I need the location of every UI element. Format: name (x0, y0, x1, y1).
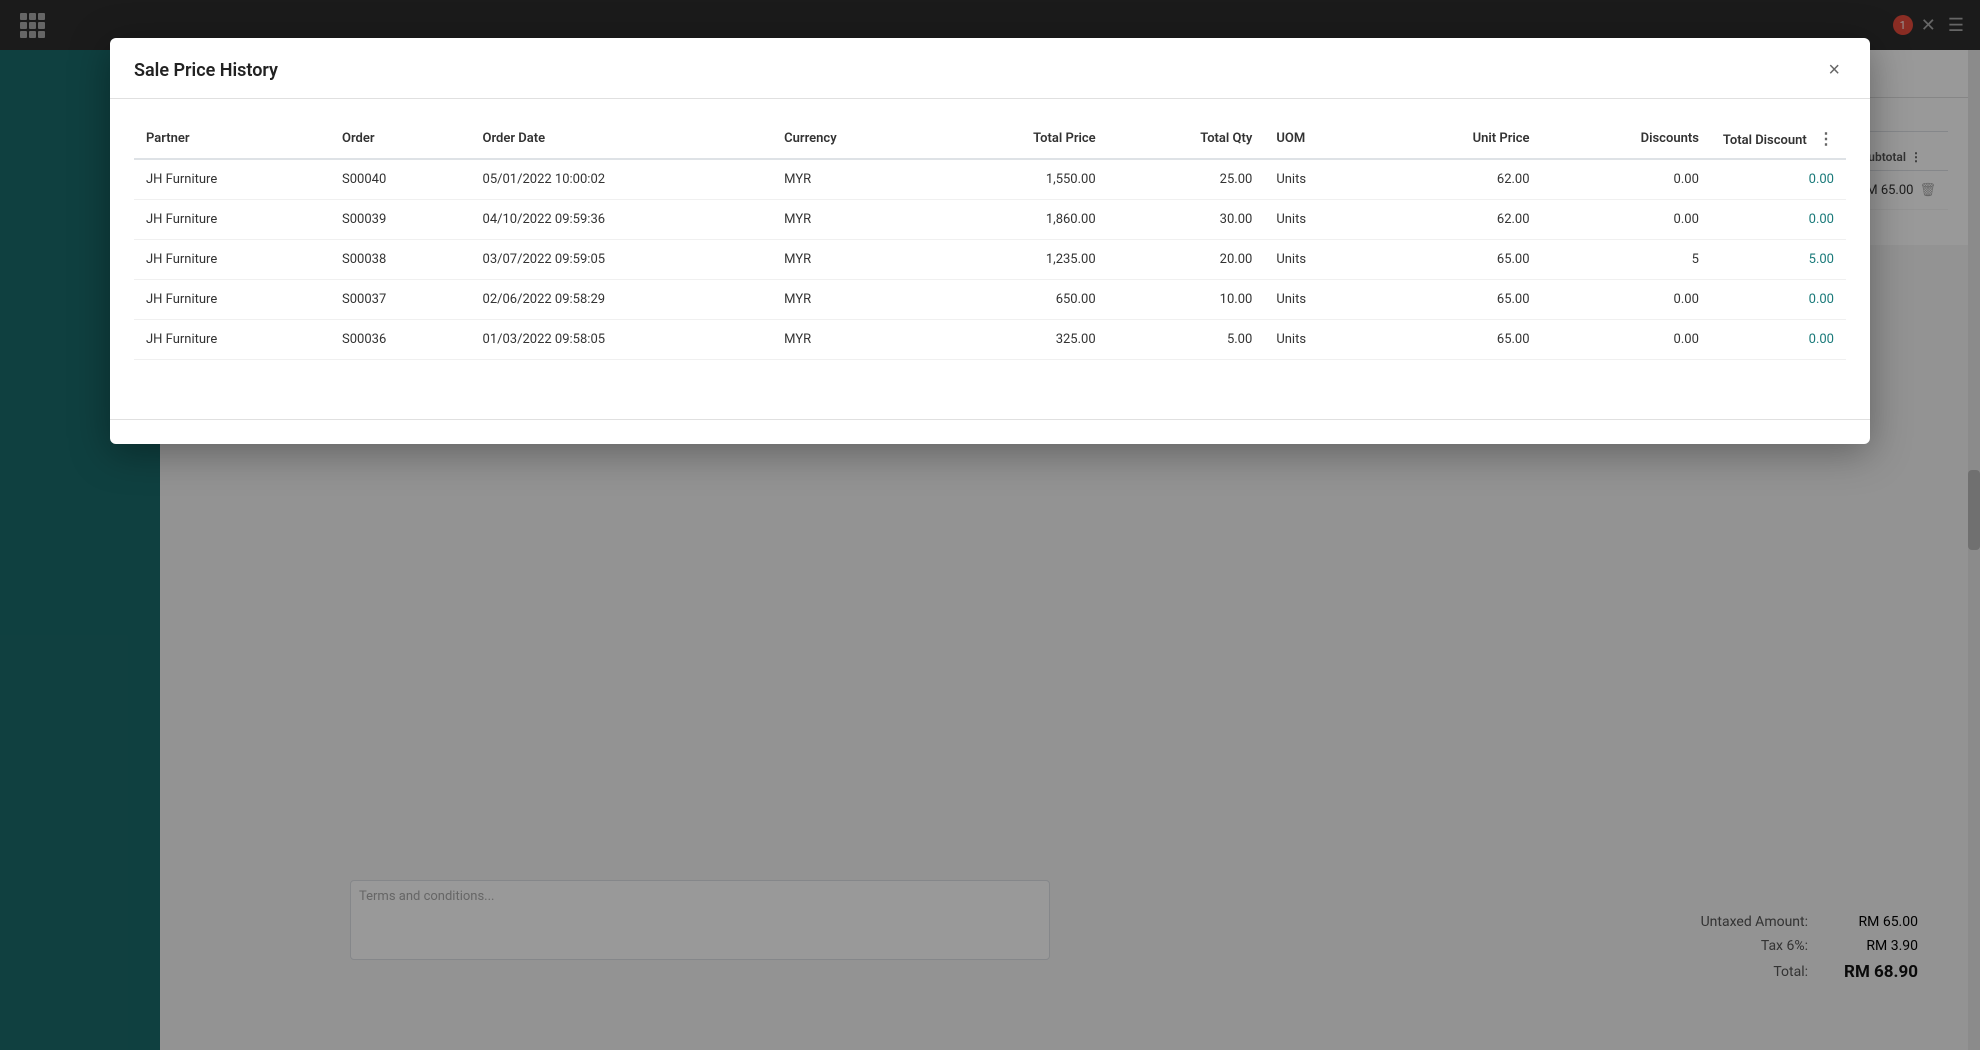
cell-1: S00039 (330, 200, 470, 240)
cell-7: 62.00 (1375, 159, 1542, 200)
cell-6: Units (1264, 159, 1375, 200)
cell-1: S00036 (330, 320, 470, 360)
cell-3: MYR (772, 159, 929, 200)
cell-3: MYR (772, 200, 929, 240)
modal-header: Sale Price History × (110, 38, 1870, 99)
th-uom: UOM (1264, 119, 1375, 159)
cell-8: 0.00 (1542, 159, 1711, 200)
th-total-discount: Total Discount ⋮ (1711, 119, 1846, 159)
cell-9: 0.00 (1711, 280, 1846, 320)
price-history-row: JH FurnitureS0003702/06/2022 09:58:29MYR… (134, 280, 1846, 320)
cell-5: 25.00 (1108, 159, 1265, 200)
cell-4: 1,235.00 (930, 240, 1108, 280)
modal-footer (110, 419, 1870, 444)
modal-title: Sale Price History (134, 60, 278, 81)
cell-0: JH Furniture (134, 280, 330, 320)
cell-9: 0.00 (1711, 320, 1846, 360)
price-history-row: JH FurnitureS0004005/01/2022 10:00:02MYR… (134, 159, 1846, 200)
cell-4: 325.00 (930, 320, 1108, 360)
cell-8: 0.00 (1542, 320, 1711, 360)
cell-6: Units (1264, 200, 1375, 240)
cell-7: 65.00 (1375, 320, 1542, 360)
cell-9: 0.00 (1711, 159, 1846, 200)
cell-5: 5.00 (1108, 320, 1265, 360)
cell-0: JH Furniture (134, 240, 330, 280)
cell-7: 65.00 (1375, 240, 1542, 280)
cell-2: 03/07/2022 09:59:05 (471, 240, 773, 280)
cell-3: MYR (772, 240, 929, 280)
cell-7: 65.00 (1375, 280, 1542, 320)
cell-6: Units (1264, 240, 1375, 280)
cell-4: 1,550.00 (930, 159, 1108, 200)
cell-1: S00040 (330, 159, 470, 200)
cell-8: 5 (1542, 240, 1711, 280)
cell-1: S00038 (330, 240, 470, 280)
th-unit-price: Unit Price (1375, 119, 1542, 159)
cell-5: 20.00 (1108, 240, 1265, 280)
th-partner: Partner (134, 119, 330, 159)
cell-0: JH Furniture (134, 320, 330, 360)
th-order: Order (330, 119, 470, 159)
cell-8: 0.00 (1542, 200, 1711, 240)
modal-body: Partner Order Order Date Currency Total … (110, 99, 1870, 419)
price-history-row: JH FurnitureS0003803/07/2022 09:59:05MYR… (134, 240, 1846, 280)
cell-4: 650.00 (930, 280, 1108, 320)
cell-0: JH Furniture (134, 159, 330, 200)
sale-price-history-modal: Sale Price History × Partner Order Order… (110, 38, 1870, 444)
cell-2: 05/01/2022 10:00:02 (471, 159, 773, 200)
cell-4: 1,860.00 (930, 200, 1108, 240)
th-total-price: Total Price (930, 119, 1108, 159)
cell-0: JH Furniture (134, 200, 330, 240)
th-discounts: Discounts (1542, 119, 1711, 159)
table-body: JH FurnitureS0004005/01/2022 10:00:02MYR… (134, 159, 1846, 360)
cell-5: 10.00 (1108, 280, 1265, 320)
cell-6: Units (1264, 280, 1375, 320)
cell-3: MYR (772, 320, 929, 360)
table-head: Partner Order Order Date Currency Total … (134, 119, 1846, 159)
cell-1: S00037 (330, 280, 470, 320)
modal-close-button[interactable]: × (1822, 58, 1846, 82)
cell-2: 01/03/2022 09:58:05 (471, 320, 773, 360)
cell-5: 30.00 (1108, 200, 1265, 240)
cell-6: Units (1264, 320, 1375, 360)
cell-2: 02/06/2022 09:58:29 (471, 280, 773, 320)
cell-3: MYR (772, 280, 929, 320)
th-total-qty: Total Qty (1108, 119, 1265, 159)
cell-7: 62.00 (1375, 200, 1542, 240)
cell-9: 5.00 (1711, 240, 1846, 280)
cell-8: 0.00 (1542, 280, 1711, 320)
price-history-row: JH FurnitureS0003904/10/2022 09:59:36MYR… (134, 200, 1846, 240)
column-options-icon[interactable]: ⋮ (1818, 129, 1834, 148)
th-currency: Currency (772, 119, 929, 159)
price-history-table: Partner Order Order Date Currency Total … (134, 119, 1846, 360)
th-order-date: Order Date (471, 119, 773, 159)
cell-9: 0.00 (1711, 200, 1846, 240)
price-history-row: JH FurnitureS0003601/03/2022 09:58:05MYR… (134, 320, 1846, 360)
cell-2: 04/10/2022 09:59:36 (471, 200, 773, 240)
